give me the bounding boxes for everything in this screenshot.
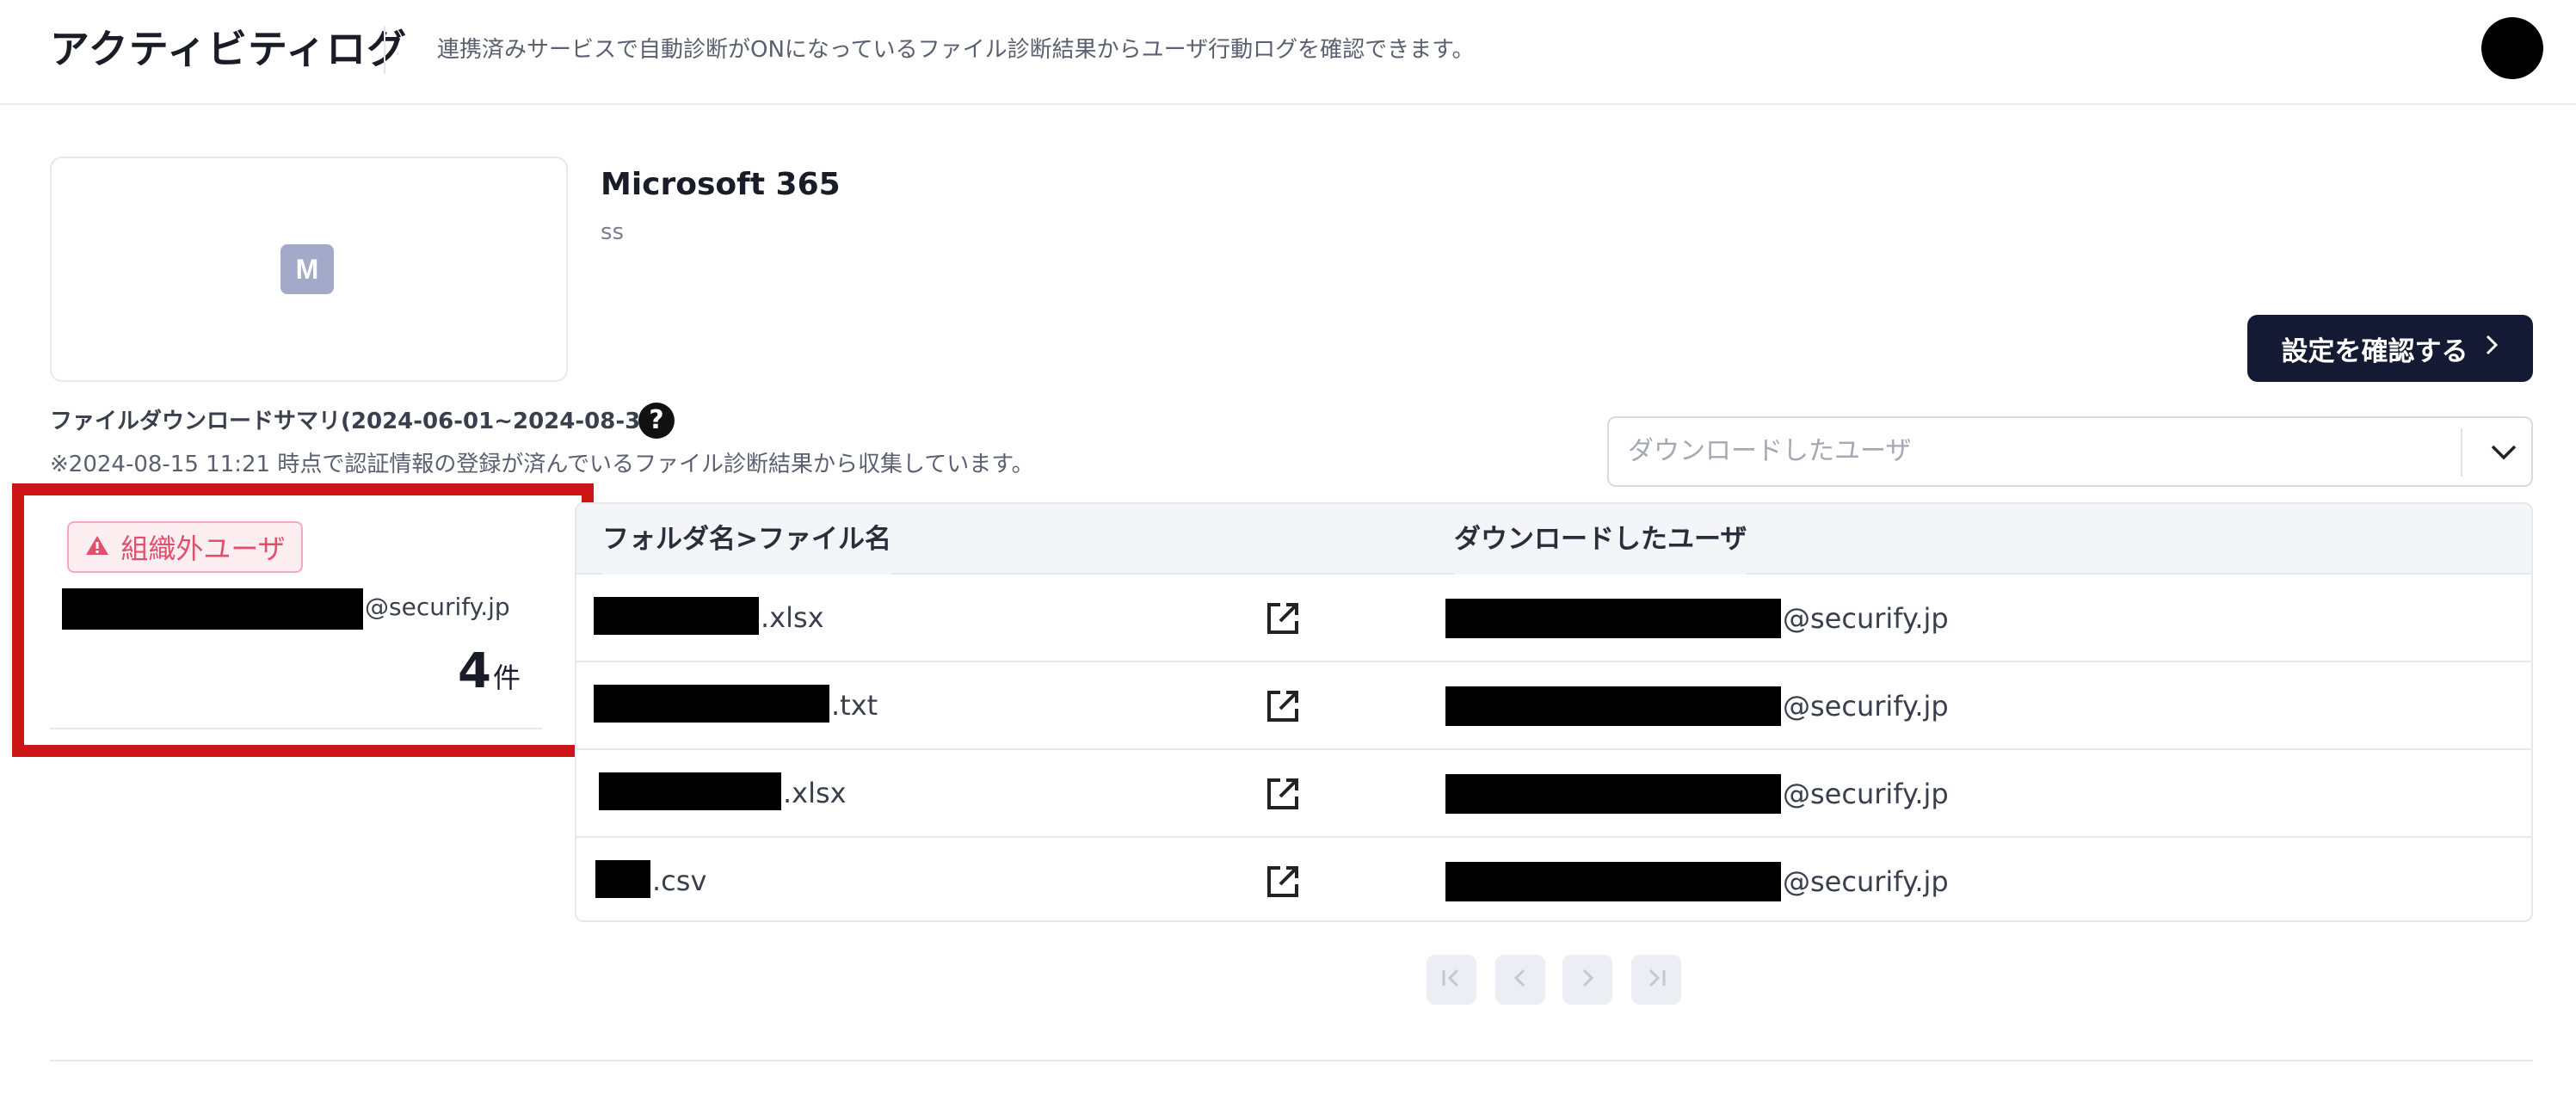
select-divider [2461, 428, 2462, 477]
user-email-domain: @securify.jp [1783, 690, 1949, 723]
redacted-file-name [595, 860, 650, 898]
first-page-icon [1440, 968, 1463, 992]
table-row: .xlsx @securify.jp [576, 575, 2531, 662]
open-external-icon[interactable] [1263, 599, 1303, 638]
file-extension: .csv [652, 864, 707, 897]
help-icon[interactable]: ? [638, 403, 675, 439]
redacted-user-name [1445, 774, 1781, 814]
summary-note: ※2024-08-15 11:21 時点で認証情報の登録が済んでいるファイル診断… [50, 452, 1034, 477]
table-row: .csv @securify.jp [576, 838, 2531, 920]
redacted-file-name [594, 685, 829, 723]
chevron-down-icon[interactable] [2478, 428, 2530, 477]
check-settings-button[interactable]: 設定を確認する [2247, 315, 2533, 382]
user-email-domain: @securify.jp [1783, 602, 1949, 635]
open-external-icon[interactable] [1263, 774, 1303, 814]
column-header-file: フォルダ名>ファイル名 [602, 504, 891, 575]
redacted-user-name [1445, 599, 1781, 638]
redacted-user-name [1445, 686, 1781, 726]
header-divider [384, 26, 385, 74]
open-external-icon[interactable] [1263, 686, 1303, 726]
table-row: .txt @securify.jp [576, 662, 2531, 750]
redacted-file-name [599, 772, 781, 810]
bottom-divider [50, 1060, 2533, 1061]
download-user-select[interactable]: ダウンロードしたユーザ [1607, 416, 2533, 487]
summary-title: ファイルダウンロードサマリ(2024-06-01~2024-08-31) [50, 409, 667, 434]
file-extension: .xlsx [761, 601, 824, 634]
user-email-domain: @securify.jp [1783, 778, 1949, 810]
file-download-table: フォルダ名>ファイル名 ダウンロードしたユーザ .xlsx @securify.… [575, 502, 2533, 922]
next-page-button[interactable] [1562, 955, 1612, 1005]
column-header-user: ダウンロードしたユーザ [1454, 504, 1747, 575]
chevron-left-icon [1512, 968, 1529, 992]
service-subtitle: ss [601, 219, 625, 245]
page-description: 連携済みサービスで自動診断がONになっているファイル診断結果からユーザ行動ログを… [437, 37, 1475, 63]
chevron-right-icon [2484, 333, 2499, 364]
open-external-icon[interactable] [1263, 862, 1303, 901]
service-logo: M [280, 244, 334, 294]
download-user-select-placeholder: ダウンロードしたユーザ [1628, 436, 1912, 466]
table-row: .xlsx @securify.jp [576, 750, 2531, 838]
last-page-button[interactable] [1631, 955, 1681, 1005]
page-title: アクティビティログ [50, 26, 408, 72]
highlight-frame [12, 483, 594, 757]
last-page-icon [1645, 968, 1667, 992]
previous-page-button[interactable] [1495, 955, 1545, 1005]
chevron-right-icon [1579, 968, 1596, 992]
redacted-user-name [1445, 862, 1781, 901]
service-name: Microsoft 365 [601, 167, 841, 202]
user-email-domain: @securify.jp [1783, 865, 1949, 898]
first-page-button[interactable] [1427, 955, 1476, 1005]
file-extension: .txt [831, 689, 878, 722]
redacted-file-name [594, 597, 759, 635]
check-settings-label: 設定を確認する [2281, 335, 2468, 367]
avatar[interactable] [2481, 17, 2543, 79]
file-extension: .xlsx [783, 777, 847, 809]
